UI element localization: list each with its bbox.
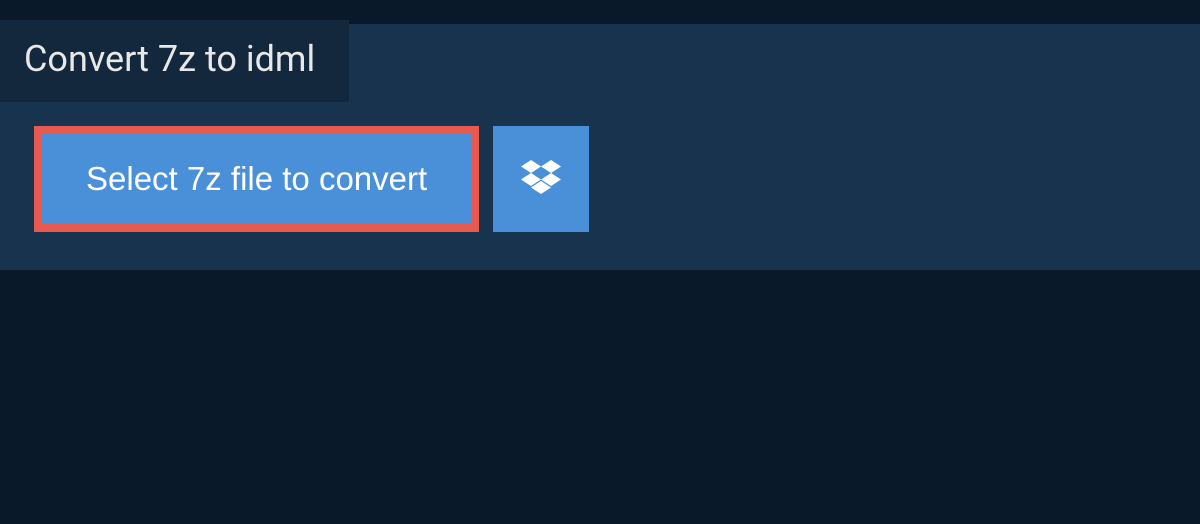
dropbox-button[interactable] [493, 126, 589, 232]
upload-button-row: Select 7z file to convert [34, 126, 1200, 232]
dropbox-icon [521, 160, 561, 198]
conversion-panel: Convert 7z to idml Select 7z file to con… [0, 24, 1200, 270]
select-file-button[interactable]: Select 7z file to convert [42, 134, 471, 224]
select-file-label: Select 7z file to convert [86, 160, 427, 197]
select-file-highlight: Select 7z file to convert [34, 126, 479, 232]
tab-convert[interactable]: Convert 7z to idml [0, 20, 349, 102]
tab-title: Convert 7z to idml [24, 38, 315, 80]
